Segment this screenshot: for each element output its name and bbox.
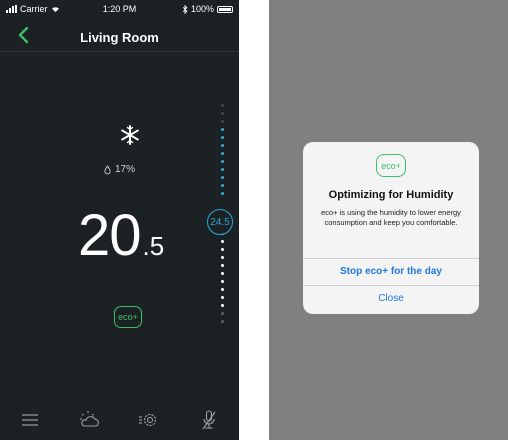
tab-weather[interactable] bbox=[60, 400, 120, 440]
tab-voice[interactable] bbox=[179, 400, 239, 440]
battery-icon bbox=[217, 5, 233, 13]
dial-tick bbox=[221, 160, 224, 163]
dial-tick bbox=[221, 272, 224, 275]
bottom-tab-bar bbox=[0, 400, 239, 440]
dial-tick bbox=[221, 176, 224, 179]
alert-screen: eco+ Optimizing for Humidity eco+ is usi… bbox=[269, 0, 508, 440]
dial-tick bbox=[221, 312, 224, 315]
dial-tick bbox=[221, 296, 224, 299]
dial-tick bbox=[221, 136, 224, 139]
temperature-decimal: .5 bbox=[142, 231, 165, 261]
nav-divider bbox=[0, 51, 239, 52]
dial-tick bbox=[221, 248, 224, 251]
thermostat-screen: Carrier 1:20 PM 100% Living Room 17% 20.… bbox=[0, 0, 239, 440]
dial-tick bbox=[221, 304, 224, 307]
dial-tick bbox=[221, 200, 224, 203]
dial-tick bbox=[221, 152, 224, 155]
dial-tick bbox=[221, 184, 224, 187]
alert-message: eco+ is using the humidity to lower ener… bbox=[321, 208, 461, 227]
dial-tick bbox=[221, 112, 224, 115]
weather-icon bbox=[79, 411, 99, 427]
battery-percent: 100% bbox=[190, 4, 214, 14]
setpoint-handle[interactable]: 24.5 bbox=[207, 209, 233, 235]
dial-tick bbox=[221, 192, 224, 195]
eco-plus-badge: eco+ bbox=[376, 154, 406, 177]
tab-menu[interactable] bbox=[0, 400, 60, 440]
dial-tick bbox=[221, 168, 224, 171]
tab-settings[interactable] bbox=[120, 400, 180, 440]
menu-icon bbox=[21, 414, 38, 426]
water-drop-icon bbox=[104, 164, 111, 174]
settings-icon bbox=[139, 413, 157, 427]
humidity-value: 17% bbox=[115, 164, 136, 175]
close-button[interactable]: Close bbox=[303, 286, 479, 312]
microphone-off-icon bbox=[202, 410, 216, 430]
dial-tick bbox=[221, 320, 224, 323]
snowflake-icon bbox=[121, 125, 139, 145]
dial-tick bbox=[221, 128, 224, 131]
humidity-readout: 17% bbox=[104, 164, 135, 175]
dial-tick bbox=[221, 256, 224, 259]
navigation-bar: Living Room bbox=[0, 22, 239, 52]
current-temperature: 20.5 bbox=[78, 202, 164, 269]
page-title: Living Room bbox=[80, 30, 159, 45]
eco-alert-dialog: eco+ Optimizing for Humidity eco+ is usi… bbox=[303, 142, 479, 314]
dial-tick bbox=[221, 120, 224, 123]
dial-tick bbox=[221, 104, 224, 107]
dial-tick bbox=[221, 288, 224, 291]
eco-plus-button[interactable]: eco+ bbox=[114, 306, 142, 328]
dial-tick bbox=[221, 280, 224, 283]
stop-eco-button[interactable]: Stop eco+ for the day bbox=[303, 259, 479, 285]
alert-title: Optimizing for Humidity bbox=[328, 189, 454, 201]
dial-tick bbox=[221, 144, 224, 147]
status-bar: Carrier 1:20 PM 100% bbox=[0, 0, 239, 18]
dial-tick bbox=[221, 264, 224, 267]
dial-tick bbox=[221, 240, 224, 243]
bluetooth-icon bbox=[182, 4, 188, 14]
temperature-whole: 20 bbox=[78, 203, 142, 268]
